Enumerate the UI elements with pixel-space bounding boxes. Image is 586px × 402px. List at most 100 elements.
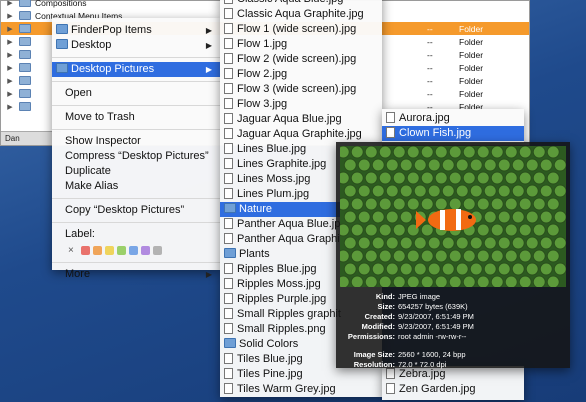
folder-icon (19, 102, 31, 111)
file-menu-item[interactable]: Jaguar Aqua Blue.jpg (220, 112, 382, 127)
folder-icon (224, 248, 236, 258)
file-menu-item[interactable]: Classic Aqua Graphite.jpg (220, 7, 382, 22)
clown-fish-preview-image (340, 146, 566, 287)
nature-submenu-bottom: Zebra.jpg Zen Garden.jpg (382, 366, 524, 400)
menu-item-more[interactable]: More ▶ (52, 267, 220, 282)
image-file-icon (224, 68, 233, 79)
menu-item-finderpop[interactable]: FinderPop Items ▶ (52, 23, 220, 38)
nature-submenu: Aurora.jpg Clown Fish.jpg (382, 109, 524, 143)
image-file-icon (224, 233, 233, 244)
finder-row-size: -- (427, 88, 433, 99)
menu-separator (52, 198, 220, 199)
file-name: Flow 1 (wide screen).jpg (237, 23, 357, 35)
image-file-icon (224, 263, 233, 274)
finder-row-size: -- (427, 75, 433, 86)
menu-item-clown-fish[interactable]: Clown Fish.jpg (382, 126, 524, 141)
folder-icon (19, 11, 31, 20)
finder-row-size: -- (427, 23, 433, 34)
finder-row-kind: Folder (459, 49, 484, 60)
file-name: Classic Aqua Blue.jpg (237, 0, 343, 5)
label-color-swatch[interactable] (152, 245, 162, 255)
file-name: Plants (239, 248, 270, 260)
file-menu-item[interactable]: Jaguar Aqua Graphite.jpg (220, 127, 382, 142)
image-file-icon (224, 218, 233, 229)
disclosure-triangle-icon[interactable]: ▶ (1, 103, 19, 111)
menu-separator (52, 81, 220, 82)
label-none-button[interactable]: × (68, 245, 74, 256)
file-menu-item[interactable]: Tiles Warm Grey.jpg (220, 382, 382, 397)
file-name: Tiles Pine.jpg (237, 368, 303, 380)
menu-item-desktop-pictures[interactable]: Desktop Pictures ▶ (52, 62, 220, 77)
finder-row-name: Compositions (35, 0, 87, 8)
disclosure-triangle-icon[interactable]: ▶ (1, 25, 19, 33)
image-file-icon (224, 23, 233, 34)
menu-item-make-alias[interactable]: Make Alias (52, 179, 220, 194)
image-file-icon (224, 158, 233, 169)
submenu-arrow-icon: ▶ (205, 41, 212, 50)
finder-row-kind: Folder (459, 23, 484, 34)
file-menu-item[interactable]: Classic Aqua Blue.jpg (220, 0, 382, 7)
folder-icon (19, 89, 31, 98)
menu-item-copy[interactable]: Copy “Desktop Pictures” (52, 203, 220, 218)
submenu-arrow-icon: ▶ (205, 270, 212, 279)
menu-item-duplicate[interactable]: Duplicate (52, 164, 220, 179)
image-file-icon (386, 112, 395, 123)
folder-icon (19, 76, 31, 85)
file-name: Panther Aqua Graphite (237, 233, 349, 245)
disclosure-triangle-icon[interactable]: ▶ (1, 64, 19, 72)
disclosure-triangle-icon[interactable]: ▶ (1, 0, 19, 7)
disclosure-triangle-icon[interactable]: ▶ (1, 38, 19, 46)
menu-item-desktop[interactable]: Desktop ▶ (52, 38, 220, 53)
disclosure-triangle-icon[interactable]: ▶ (1, 51, 19, 59)
file-menu-item[interactable]: Flow 1 (wide screen).jpg (220, 22, 382, 37)
image-file-icon (224, 308, 233, 319)
clown-fish-thumbnail (340, 146, 566, 287)
menu-item-compress[interactable]: Compress “Desktop Pictures” (52, 149, 220, 164)
image-file-icon (224, 383, 233, 394)
file-menu-item[interactable]: Flow 1.jpg (220, 37, 382, 52)
file-name: Lines Moss.jpg (237, 173, 311, 185)
file-menu-item[interactable]: Flow 3 (wide screen).jpg (220, 82, 382, 97)
label-color-swatch[interactable] (140, 245, 150, 255)
disclosure-triangle-icon[interactable]: ▶ (1, 12, 19, 20)
label-color-swatch[interactable] (104, 245, 114, 255)
disclosure-triangle-icon[interactable]: ▶ (1, 90, 19, 98)
file-name: Small Ripples.png (237, 323, 326, 335)
label-color-swatch[interactable] (92, 245, 102, 255)
menu-item-move-to-trash[interactable]: Move to Trash (52, 110, 220, 125)
file-name: Jaguar Aqua Blue.jpg (237, 113, 342, 125)
file-menu-item[interactable]: Flow 2 (wide screen).jpg (220, 52, 382, 67)
context-menu: FinderPop Items ▶ Desktop ▶ Desktop Pictur… (52, 18, 220, 280)
label-color-swatch[interactable] (128, 245, 138, 255)
disclosure-triangle-icon[interactable]: ▶ (1, 77, 19, 85)
submenu-arrow-icon: ▶ (205, 26, 212, 35)
file-menu-item[interactable]: Flow 2.jpg (220, 67, 382, 82)
image-file-icon (224, 0, 233, 4)
folder-icon (19, 37, 31, 46)
menu-item-zen-garden[interactable]: Zen Garden.jpg (382, 382, 524, 397)
menu-item-open[interactable]: Open (52, 86, 220, 101)
file-name: Jaguar Aqua Graphite.jpg (237, 128, 362, 140)
file-name: Flow 1.jpg (237, 38, 288, 50)
file-name: Classic Aqua Graphite.jpg (237, 8, 364, 20)
file-name: Flow 2 (wide screen).jpg (237, 53, 357, 65)
menu-item-show-inspector[interactable]: Show Inspector (52, 134, 220, 149)
menu-item-aurora[interactable]: Aurora.jpg (382, 111, 524, 126)
label-color-swatch[interactable] (80, 245, 90, 255)
image-file-icon (224, 113, 233, 124)
file-name: Flow 3.jpg (237, 98, 288, 110)
image-file-icon (224, 38, 233, 49)
folder-icon (56, 63, 68, 73)
file-name: Lines Graphite.jpg (237, 158, 327, 170)
label-color-swatch[interactable] (116, 245, 126, 255)
file-menu-item[interactable]: Flow 3.jpg (220, 97, 382, 112)
menu-separator (52, 262, 220, 263)
file-name: Small Ripples graphit (237, 308, 341, 320)
submenu-arrow-icon: ▶ (205, 65, 212, 74)
file-name: Flow 3 (wide screen).jpg (237, 83, 357, 95)
image-file-icon (224, 293, 233, 304)
menu-item-label-heading: Label: (65, 228, 95, 240)
image-file-icon (224, 128, 233, 139)
folder-icon (19, 63, 31, 72)
folder-icon (19, 0, 31, 7)
